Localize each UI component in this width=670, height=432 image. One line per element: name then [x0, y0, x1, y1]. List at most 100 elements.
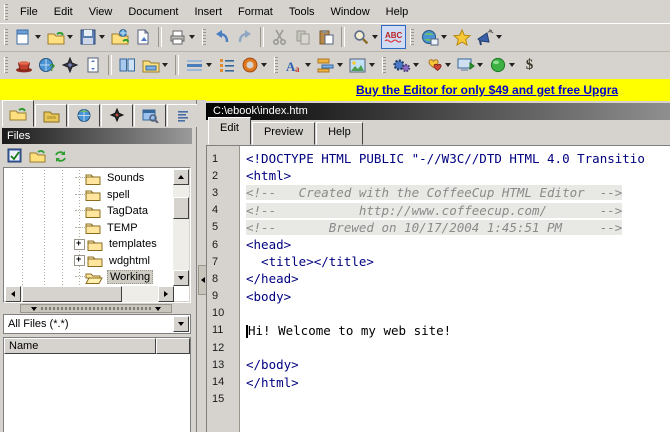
code-line-12[interactable]: 12: [207, 339, 670, 356]
tree-item-spell[interactable]: spell: [4, 187, 159, 204]
file-filter-combobox[interactable]: All Files (*.*): [3, 314, 191, 334]
tree-item-templates[interactable]: templates: [4, 236, 159, 253]
column-header-blank[interactable]: [156, 338, 190, 354]
refresh-button[interactable]: [52, 148, 69, 165]
save-dropdown[interactable]: [99, 35, 105, 39]
file-list[interactable]: Name: [3, 337, 191, 432]
menu-window[interactable]: Window: [323, 3, 378, 21]
code-text[interactable]: <body>: [246, 289, 291, 304]
format-block-dropdown[interactable]: [337, 63, 343, 67]
menu-insert[interactable]: Insert: [187, 3, 231, 21]
redo-button[interactable]: [233, 26, 256, 48]
menu-edit[interactable]: Edit: [46, 3, 81, 21]
sidebar-tab-search[interactable]: [134, 104, 166, 127]
tree-item-label[interactable]: TagData: [105, 205, 150, 217]
open-folder-button[interactable]: [29, 148, 46, 165]
code-text[interactable]: <!-- Brewed on 10/17/2004 1:45:51 PM -->: [246, 220, 622, 235]
copy-button[interactable]: [291, 26, 314, 48]
code-line-2[interactable]: 2<html>: [207, 167, 670, 184]
gears-dropdown[interactable]: [413, 63, 419, 67]
code-line-1[interactable]: 1<!DOCTYPE HTML PUBLIC "-//W3C//DTD HTML…: [207, 150, 670, 167]
save-button[interactable]: [76, 26, 99, 48]
code-text[interactable]: <html>: [246, 168, 291, 183]
code-text[interactable]: <title></title>: [246, 254, 374, 269]
tree-item-label[interactable]: templates: [107, 238, 159, 250]
publish-button[interactable]: [454, 54, 477, 76]
sidebar-tab-web[interactable]: [68, 104, 100, 127]
cards-dropdown[interactable]: [445, 63, 451, 67]
save-to-web-button[interactable]: [131, 26, 154, 48]
ad-banner-link[interactable]: Buy the Editor for only $49 and get free…: [356, 83, 618, 97]
sidebar-tab-library[interactable]: [35, 104, 67, 127]
code-line-14[interactable]: 14</html>: [207, 373, 670, 390]
expand-plus-box[interactable]: [74, 239, 85, 250]
code-text[interactable]: </body>: [246, 357, 299, 372]
tree-item-sounds[interactable]: Sounds: [4, 170, 159, 187]
gears-button[interactable]: [390, 54, 413, 76]
announce-button[interactable]: [473, 26, 496, 48]
mascot-button[interactable]: [58, 54, 81, 76]
website-dropdown[interactable]: [509, 63, 515, 67]
menu-file[interactable]: File: [12, 3, 46, 21]
publish-dropdown[interactable]: [477, 63, 483, 67]
code-text[interactable]: <!-- Created with the CoffeeCup HTML Edi…: [246, 185, 622, 200]
link-wheel-button[interactable]: [238, 54, 261, 76]
find-dropdown[interactable]: [372, 35, 378, 39]
sidebar-tab-index[interactable]: [167, 104, 199, 127]
cut-button[interactable]: [268, 26, 291, 48]
spell-check-button[interactable]: ABC: [381, 25, 406, 49]
horizontal-rule-dropdown[interactable]: [206, 63, 212, 67]
scroll-down-button[interactable]: [173, 270, 189, 286]
browser-preview-dropdown[interactable]: [441, 35, 447, 39]
toolbar-gripper[interactable]: [382, 57, 386, 73]
help-globe-button[interactable]: ?: [35, 54, 58, 76]
open-file-button[interactable]: [44, 26, 67, 48]
tree-vertical-scrollbar[interactable]: [173, 169, 189, 286]
code-line-13[interactable]: 13</body>: [207, 356, 670, 373]
coffeecup-button[interactable]: [12, 54, 35, 76]
horizontal-rule-button[interactable]: [183, 54, 206, 76]
folder-view-dropdown[interactable]: [162, 63, 168, 67]
code-line-5[interactable]: 5<!-- Brewed on 10/17/2004 1:45:51 PM --…: [207, 219, 670, 236]
cards-button[interactable]: [422, 54, 445, 76]
open-file-dropdown[interactable]: [67, 35, 73, 39]
image-button[interactable]: [346, 54, 369, 76]
font-button[interactable]: Aa: [282, 54, 305, 76]
scroll-thumb[interactable]: [22, 286, 122, 302]
tree-item-working[interactable]: Working: [4, 269, 159, 286]
sidebar-tab-snippets[interactable]: [101, 104, 133, 127]
new-document-button[interactable]: [12, 26, 35, 48]
scroll-up-button[interactable]: [173, 169, 189, 185]
code-text[interactable]: Hi! Welcome to my web site!: [246, 323, 451, 338]
sidebar-splitter[interactable]: [197, 100, 206, 432]
code-line-6[interactable]: 6<head>: [207, 236, 670, 253]
split-view-button[interactable]: [116, 54, 139, 76]
font-dropdown[interactable]: [305, 63, 311, 67]
tree-horizontal-scrollbar[interactable]: [5, 286, 174, 302]
code-line-4[interactable]: 4<!-- http://www.coffeecup.com/ -->: [207, 202, 670, 219]
folder-tree[interactable]: SoundsspellTagDataTEMPtemplateswdghtmlWo…: [3, 167, 191, 303]
code-line-7[interactable]: 7 <title></title>: [207, 253, 670, 270]
menu-tools[interactable]: Tools: [281, 3, 323, 21]
code-editor[interactable]: 1<!DOCTYPE HTML PUBLIC "-//W3C//DTD HTML…: [206, 145, 670, 432]
combobox-dropdown-button[interactable]: [173, 316, 189, 332]
edit-file-button[interactable]: [6, 148, 23, 165]
code-text[interactable]: <!-- http://www.coffeecup.com/ -->: [246, 203, 622, 218]
panel-splitter-handle[interactable]: [20, 304, 172, 313]
format-block-button[interactable]: [314, 54, 337, 76]
tree-item-temp[interactable]: TEMP: [4, 220, 159, 237]
new-document-dropdown[interactable]: [35, 35, 41, 39]
toolbar-gripper[interactable]: [410, 29, 414, 45]
toolbar-gripper[interactable]: [4, 29, 8, 45]
list-button[interactable]: [215, 54, 238, 76]
code-text[interactable]: </html>: [246, 375, 299, 390]
print-button[interactable]: [166, 26, 189, 48]
code-line-15[interactable]: 15: [207, 391, 670, 408]
tab-preview[interactable]: Preview: [252, 122, 315, 145]
toolbar-gripper[interactable]: [4, 57, 8, 73]
sidebar-tab-files[interactable]: [2, 100, 34, 127]
find-button[interactable]: [349, 26, 372, 48]
column-header-name[interactable]: Name: [4, 338, 156, 354]
open-from-web-button[interactable]: [108, 26, 131, 48]
toolbar-gripper[interactable]: [202, 29, 206, 45]
